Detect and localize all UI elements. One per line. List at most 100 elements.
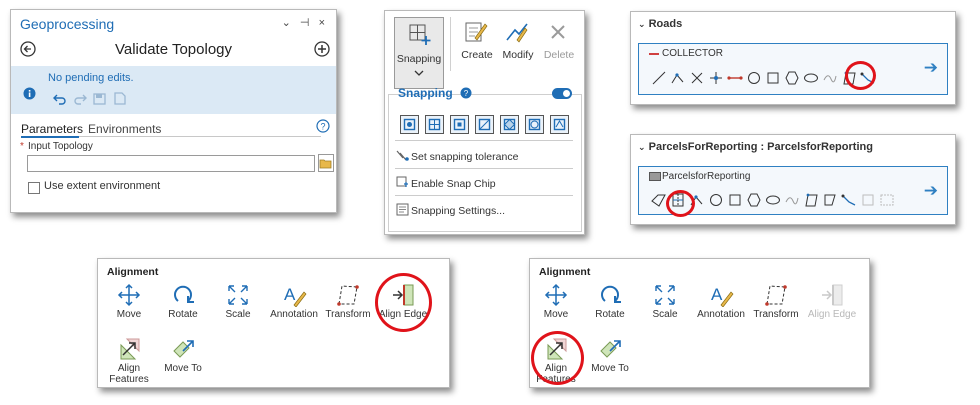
transform-tool[interactable]: Transform [746,283,806,320]
segment-tool-icon[interactable] [727,76,743,80]
arrow-right-icon[interactable]: ➔ [924,58,938,78]
rect-tool-icon[interactable] [767,72,779,84]
freehand-tool-icon[interactable] [823,75,837,83]
scale-tool[interactable]: Scale [635,283,695,320]
move-tool[interactable]: Move [99,283,159,320]
rtcorner-tool-icon[interactable] [805,193,818,207]
highlight-circle [375,273,432,332]
roads-header-label: Roads [648,18,683,30]
window-controls[interactable]: ⌄ ⊣ × [282,16,328,29]
snapping-button[interactable]: Snapping [394,17,444,89]
alignment-header: Alignment [539,266,591,278]
snapping-toggle[interactable] [552,88,572,99]
circle-tool-icon[interactable] [710,194,722,206]
menu-item-enable-snap-chip[interactable]: Enable Snap Chip [411,178,496,190]
modify-icon[interactable] [505,20,529,44]
transform-tool[interactable]: Transform [318,283,378,320]
chevron-down-icon: ⌄ [638,19,646,29]
tab-bar: Parameters Environments [21,122,166,136]
svg-text:A: A [711,285,723,304]
help-icon[interactable]: ? [316,119,330,133]
snap-mode-button[interactable] [525,115,544,134]
annotation-tool[interactable]: A Annotation [264,283,324,320]
gray2-tool-icon[interactable] [880,194,894,206]
cross-tool-icon[interactable] [691,72,703,84]
trace2-tool-icon[interactable] [841,194,856,206]
redo-icon[interactable] [73,93,87,105]
save-edits-icon[interactable] [93,93,107,105]
alignment-panel-after: Alignment Move Rotate Scale A Annotation … [529,258,870,388]
roads-header[interactable]: ⌄ Roads [638,18,682,30]
browse-folder-icon[interactable] [318,154,334,172]
collector-template[interactable]: COLLECTOR ➔ [638,43,948,95]
diamond-tool-icon[interactable] [651,194,666,207]
use-extent-checkbox[interactable] [28,182,40,194]
add-icon[interactable] [314,41,330,57]
rotate-tool[interactable]: Rotate [580,283,640,320]
svg-text:?: ? [320,122,325,132]
roads-template-panel: ⌄ Roads COLLECTOR ➔ [630,11,956,105]
tool-name: Validate Topology [114,41,233,58]
snap-mode-button[interactable] [400,115,419,134]
snap-mode-button[interactable] [425,115,444,134]
svg-text:A: A [284,285,296,304]
arrow-right-icon[interactable]: ➔ [924,181,938,201]
gray1-tool-icon[interactable] [862,194,874,206]
create-label[interactable]: Create [457,49,497,61]
svg-text:?: ? [464,89,469,98]
hex-tool-icon[interactable] [785,71,799,85]
scale-tool[interactable]: Scale [208,283,268,320]
ellipse-tool-icon[interactable] [766,195,780,205]
menu-item-snapping-tolerance[interactable]: Set snapping tolerance [411,151,518,163]
poly-tool-icon[interactable] [824,194,836,206]
freehand-tool-icon[interactable] [785,197,799,205]
snapping-settings-icon [396,203,409,216]
modify-label[interactable]: Modify [497,49,539,61]
menu-separator [395,195,573,196]
snap-mode-button[interactable] [450,115,469,134]
move-to-tool[interactable]: Move To [580,337,640,374]
create-icon[interactable] [464,20,488,44]
annotation-tool[interactable]: A Annotation [691,283,751,320]
hex-tool-icon[interactable] [747,193,761,207]
input-topology-field[interactable] [27,155,315,172]
highlight-circle [531,331,584,385]
tab-parameters[interactable]: Parameters [21,122,83,136]
chevron-down-icon [414,70,424,76]
move-to-tool[interactable]: Move To [153,337,213,374]
discard-edits-icon[interactable] [113,92,127,105]
rect-tool-icon[interactable] [729,194,741,206]
snap-mode-button[interactable] [550,115,569,134]
line-symbol-icon [649,53,659,55]
rotate-tool[interactable]: Rotate [153,283,213,320]
snapping-header: Snapping [398,86,453,100]
parcels-layer-label: ParcelsforReporting [662,171,751,182]
snap-mode-button[interactable] [475,115,494,134]
parcels-header[interactable]: ⌄ ParcelsForReporting : ParcelsforReport… [638,141,873,153]
ellipse-tool-icon[interactable] [804,73,818,83]
snapping-label: Snapping [396,53,442,65]
delete-icon[interactable] [549,23,567,41]
message-text: No pending edits. [48,72,134,84]
circle-tool-icon[interactable] [748,72,760,84]
align-features-tool[interactable]: Align Features [99,337,159,385]
align-edge-tool-disabled: Align Edge [802,283,862,320]
trace-tool-icon[interactable] [710,72,722,84]
undo-icon[interactable] [53,93,67,105]
snap-chip-icon [396,176,408,187]
chevron-down-icon: ⌄ [638,142,646,152]
move-tool[interactable]: Move [530,283,586,320]
use-extent-label: Use extent environment [44,180,161,192]
tab-environments[interactable]: Environments [88,122,161,136]
delete-label[interactable]: Delete [539,49,579,61]
required-mark: * [20,141,24,152]
highlight-circle [845,61,876,90]
menu-item-snapping-settings[interactable]: Snapping Settings... [411,205,505,217]
snap-mode-button[interactable] [500,115,519,134]
highlight-circle [666,190,695,217]
snapping-icon [409,24,431,45]
help-icon[interactable]: ? [460,87,472,99]
polyline-tool-icon[interactable] [671,73,684,84]
line-tool-icon[interactable] [652,71,666,85]
parcels-template-panel: ⌄ ParcelsForReporting : ParcelsforReport… [630,134,956,225]
